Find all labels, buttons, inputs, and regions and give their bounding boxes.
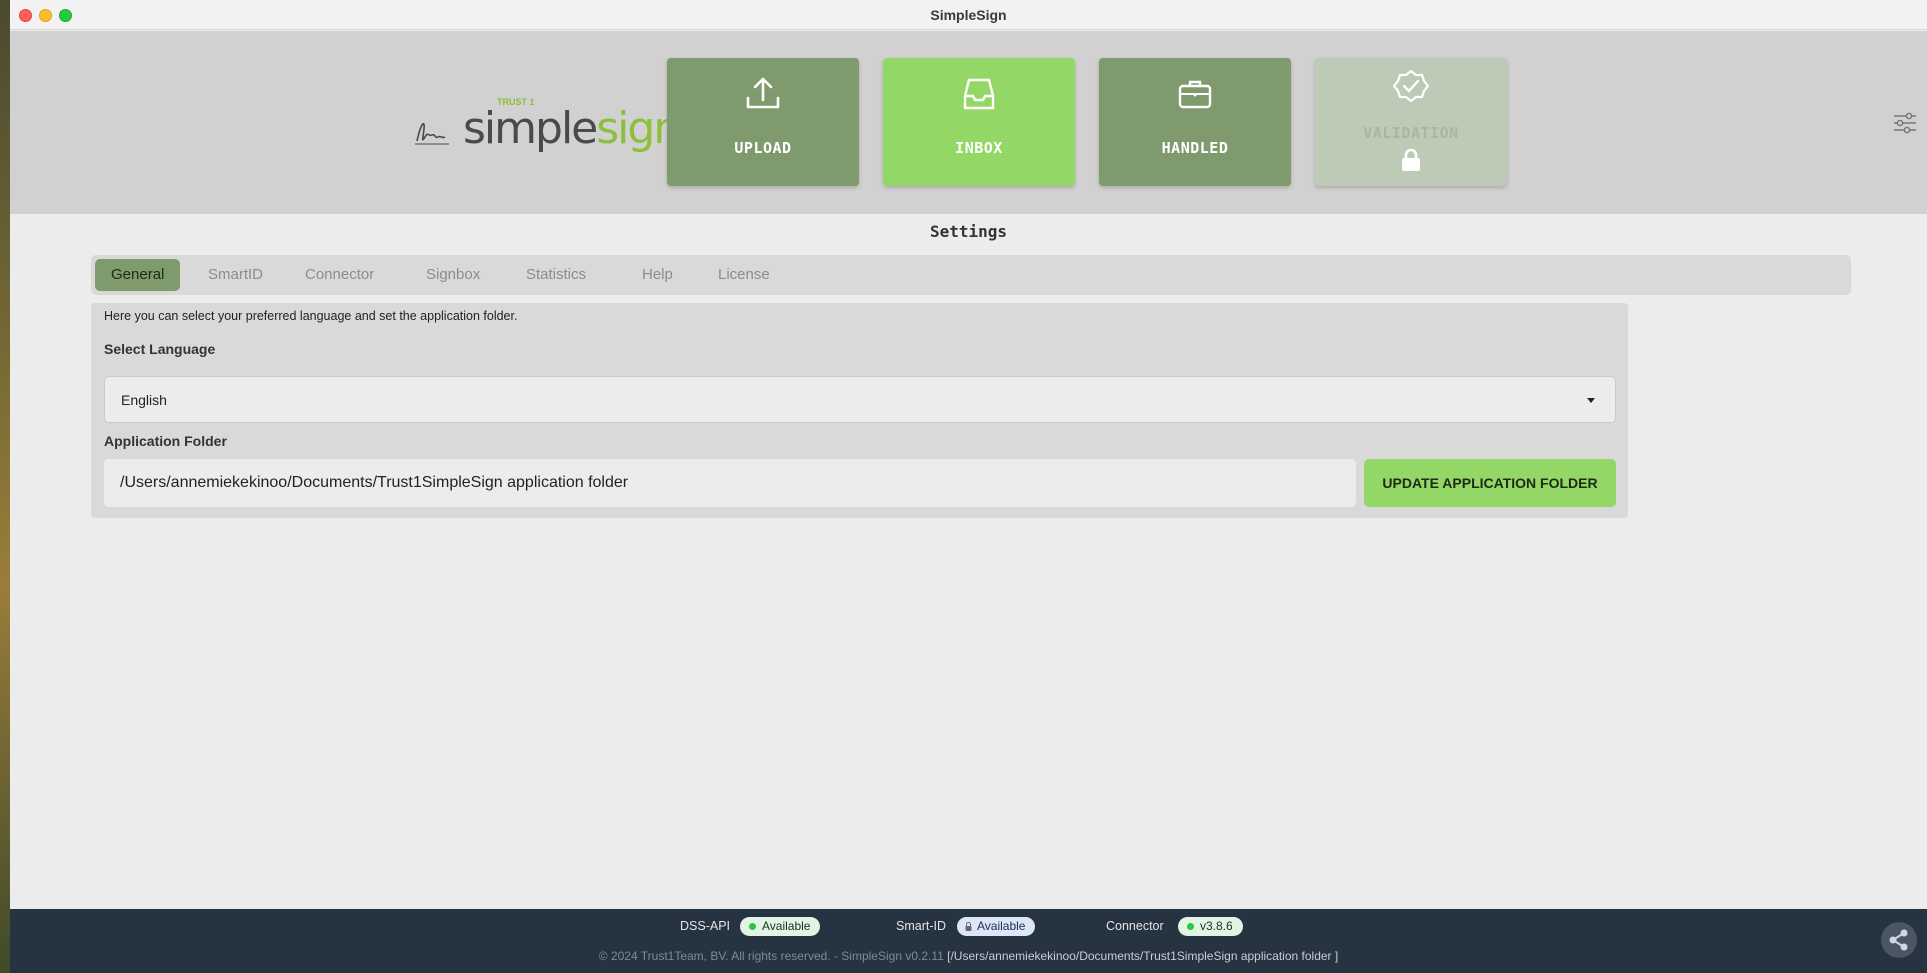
inbox-icon bbox=[963, 78, 995, 110]
handled-button[interactable]: HANDLED bbox=[1099, 58, 1291, 186]
close-window-button[interactable] bbox=[19, 9, 32, 22]
signature-icon bbox=[415, 122, 449, 145]
dss-api-label: DSS-API bbox=[680, 919, 731, 933]
briefcase-icon bbox=[1178, 80, 1212, 109]
smartid-label: Smart-ID bbox=[896, 919, 946, 933]
language-label: Select Language bbox=[104, 341, 216, 357]
dss-api-status-badge: Available bbox=[740, 917, 821, 936]
language-select[interactable]: English bbox=[104, 376, 1616, 423]
folder-label: Application Folder bbox=[104, 433, 227, 449]
share-icon bbox=[1889, 929, 1908, 951]
app-window: SimpleSign TRUST 1 simplesign UPLOAD INB… bbox=[10, 0, 1927, 973]
inbox-button[interactable]: INBOX bbox=[883, 58, 1075, 186]
settings-tabs: General SmartID Connector Signbox Statis… bbox=[91, 255, 1851, 295]
status-dot-icon bbox=[749, 923, 756, 930]
language-value: English bbox=[121, 392, 167, 408]
connector-label: Connector bbox=[1106, 919, 1164, 933]
titlebar: SimpleSign bbox=[10, 0, 1927, 30]
upload-icon bbox=[746, 77, 780, 109]
logo-wordmark: simplesign bbox=[463, 103, 681, 154]
minimize-window-button[interactable] bbox=[39, 9, 52, 22]
validation-button[interactable]: VALIDATION bbox=[1315, 58, 1507, 186]
upload-label: UPLOAD bbox=[734, 139, 792, 157]
status-footer: DSS-API Available Smart-ID Available Con… bbox=[10, 909, 1927, 973]
handled-label: HANDLED bbox=[1161, 139, 1229, 157]
tab-license[interactable]: License bbox=[702, 259, 786, 291]
tab-smartid[interactable]: SmartID bbox=[192, 259, 279, 291]
status-dot-icon bbox=[1187, 923, 1194, 930]
tab-signbox[interactable]: Signbox bbox=[410, 259, 496, 291]
sliders-icon[interactable] bbox=[1893, 112, 1917, 134]
page-title: Settings bbox=[929, 222, 1008, 241]
maximize-window-button[interactable] bbox=[59, 9, 72, 22]
general-settings-panel: Here you can select your preferred langu… bbox=[91, 303, 1628, 518]
lock-icon bbox=[965, 922, 972, 931]
inbox-label: INBOX bbox=[955, 139, 1003, 157]
share-button[interactable] bbox=[1881, 922, 1917, 958]
badge-check-icon bbox=[1392, 69, 1430, 103]
connector-status-badge: v3.8.6 bbox=[1178, 917, 1243, 936]
chevron-down-icon bbox=[1587, 398, 1595, 403]
tab-general[interactable]: General bbox=[95, 259, 181, 291]
window-title: SimpleSign bbox=[930, 7, 1007, 23]
upload-button[interactable]: UPLOAD bbox=[667, 58, 859, 186]
smartid-status-badge: Available bbox=[957, 917, 1036, 936]
simplesign-logo: TRUST 1 simplesign bbox=[415, 97, 681, 157]
app-header: TRUST 1 simplesign UPLOAD INBOX HANDLED … bbox=[10, 31, 1927, 214]
lock-icon bbox=[1402, 148, 1420, 171]
tab-help[interactable]: Help bbox=[626, 259, 689, 291]
desktop-background bbox=[0, 0, 10, 973]
application-folder-input[interactable] bbox=[104, 459, 1356, 507]
general-description: Here you can select your preferred langu… bbox=[104, 309, 518, 323]
copyright-text: © 2024 Trust1Team, BV. All rights reserv… bbox=[598, 949, 1339, 963]
tab-statistics[interactable]: Statistics bbox=[510, 259, 602, 291]
tab-connector[interactable]: Connector bbox=[289, 259, 390, 291]
update-application-folder-button[interactable]: UPDATE APPLICATION FOLDER bbox=[1364, 459, 1616, 507]
validation-label: VALIDATION bbox=[1363, 124, 1459, 142]
